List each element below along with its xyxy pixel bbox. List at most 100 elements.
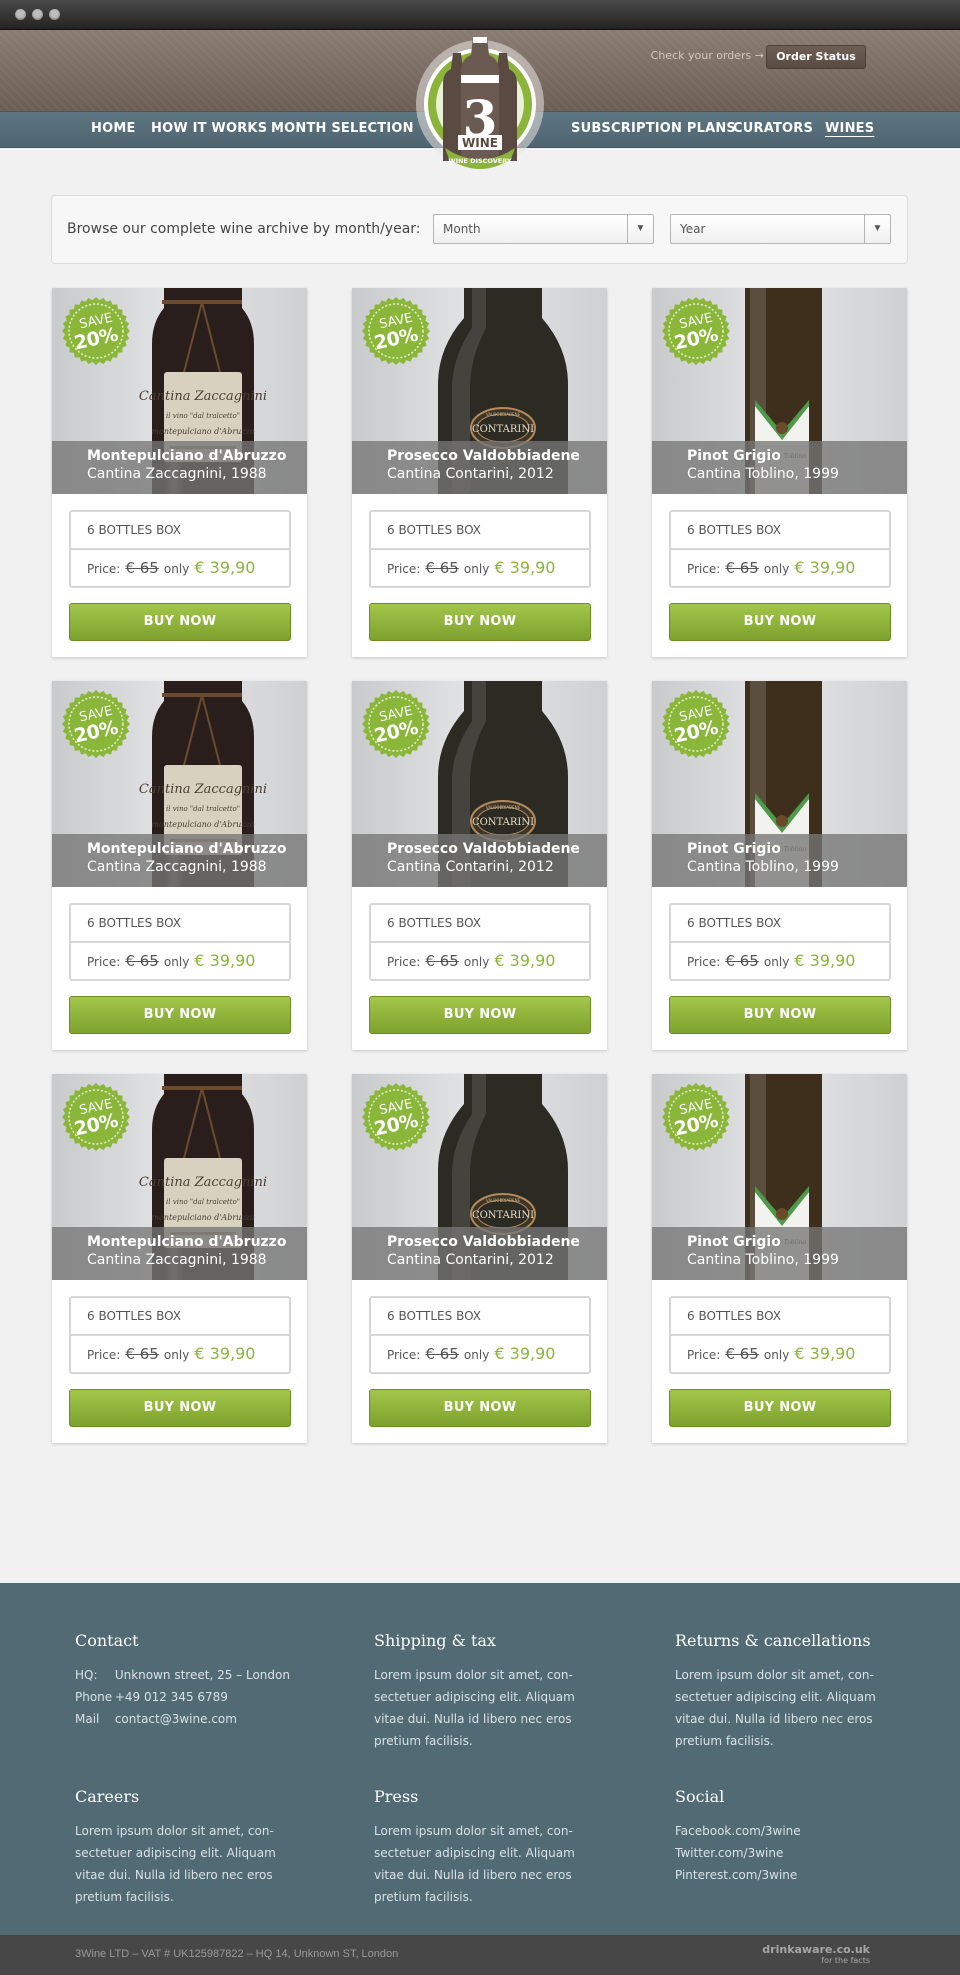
box-type: 6 BOTTLES BOX (387, 916, 481, 930)
product-name[interactable]: Prosecco Valdobbiadene (387, 448, 580, 464)
price-label: Price: (387, 562, 421, 576)
chevron-down-icon[interactable]: ▼ (627, 215, 653, 243)
new-price: € 39,90 (194, 1344, 256, 1363)
contact-hq: HQ: Unknown street, 25 – London (75, 1668, 290, 1682)
box-option[interactable]: 6 BOTTLES BOX Price: € 65 only € 39,90 (369, 1296, 591, 1374)
nav-home[interactable]: HOME (91, 112, 136, 146)
product-producer: Cantina Contarini, 2012 (387, 1252, 554, 1268)
nav-month-selection[interactable]: MONTH SELECTION (271, 112, 414, 146)
product-card: Cantina Toblino Pinot Grigio Cantina Tob… (652, 1074, 907, 1443)
year-select[interactable]: Year ▼ (670, 214, 891, 244)
footer-careers-title[interactable]: Careers (75, 1787, 305, 1806)
box-option[interactable]: 6 BOTTLES BOX Price: € 65 only € 39,90 (69, 1296, 291, 1374)
logo[interactable]: 3 WINE WINE DISCOVERY (413, 31, 547, 177)
drinkaware-logo[interactable]: drinkaware.co.uk for the facts (762, 1943, 870, 1965)
buy-now-button[interactable]: BUY NOW (369, 996, 591, 1034)
window-minimize-dot[interactable] (32, 9, 43, 20)
product-name[interactable]: Montepulciano d'Abruzzo (87, 1234, 286, 1250)
discount-badge: SAVE 20% (662, 297, 730, 365)
product-card: Cantina Toblino Pinot Grigio Cantina Tob… (652, 288, 907, 657)
nav-how-it-works[interactable]: HOW IT WORKS (151, 112, 267, 146)
discount-badge: SAVE 20% (62, 1083, 130, 1151)
new-price: € 39,90 (194, 951, 256, 970)
buy-now-button[interactable]: BUY NOW (369, 603, 591, 641)
footer-press-title[interactable]: Press (374, 1787, 604, 1806)
window-close-dot[interactable] (15, 9, 26, 20)
box-type: 6 BOTTLES BOX (87, 916, 181, 930)
product-name[interactable]: Montepulciano d'Abruzzo (87, 448, 286, 464)
product-name[interactable]: Prosecco Valdobbiadene (387, 1234, 580, 1250)
discount-badge: SAVE 20% (62, 690, 130, 758)
divider (371, 941, 589, 943)
social-link-facebook[interactable]: Facebook.com/3wine (675, 1820, 905, 1842)
old-price: € 65 (725, 559, 759, 577)
order-status-button[interactable]: Order Status (766, 45, 866, 69)
product-caption: Pinot Grigio Cantina Toblino, 1999 (652, 834, 907, 887)
buy-now-button[interactable]: BUY NOW (669, 603, 891, 641)
social-link-twitter[interactable]: Twitter.com/3wine (675, 1842, 905, 1864)
old-price: € 65 (125, 1345, 159, 1363)
svg-text:il vino "dal tralcetto": il vino "dal tralcetto" (166, 1198, 240, 1206)
product-name[interactable]: Prosecco Valdobbiadene (387, 841, 580, 857)
filter-label: Browse our complete wine archive by mont… (67, 221, 421, 237)
new-price: € 39,90 (794, 558, 856, 577)
divider (671, 941, 889, 943)
box-option[interactable]: 6 BOTTLES BOX Price: € 65 only € 39,90 (369, 510, 591, 588)
product-caption: Montepulciano d'Abruzzo Cantina Zaccagni… (52, 441, 307, 494)
bottom-bar: 3Wine LTD – VAT # UK125987822 – HQ 14, U… (0, 1935, 960, 1975)
product-caption: Pinot Grigio Cantina Toblino, 1999 (652, 1227, 907, 1280)
price-only: only (463, 955, 490, 969)
box-option[interactable]: 6 BOTTLES BOX Price: € 65 only € 39,90 (69, 903, 291, 981)
contact-mail: Mail contact@3wine.com (75, 1712, 237, 1726)
box-option[interactable]: 6 BOTTLES BOX Price: € 65 only € 39,90 (369, 903, 591, 981)
box-option[interactable]: 6 BOTTLES BOX Price: € 65 only € 39,90 (69, 510, 291, 588)
window-maximize-dot[interactable] (49, 9, 60, 20)
product-producer: Cantina Contarini, 2012 (387, 466, 554, 482)
footer-shipping-title[interactable]: Shipping & tax (374, 1631, 604, 1650)
product-producer: Cantina Toblino, 1999 (687, 466, 839, 482)
product-caption: Pinot Grigio Cantina Toblino, 1999 (652, 441, 907, 494)
buy-now-button[interactable]: BUY NOW (669, 996, 891, 1034)
svg-text:CONTARINI: CONTARINI (472, 817, 534, 828)
buy-now-button[interactable]: BUY NOW (69, 1389, 291, 1427)
price-label: Price: (87, 955, 121, 969)
nav-wines[interactable]: WINES (825, 112, 874, 146)
price-only: only (163, 1348, 190, 1362)
box-option[interactable]: 6 BOTTLES BOX Price: € 65 only € 39,90 (669, 510, 891, 588)
new-price: € 39,90 (494, 558, 556, 577)
product-name[interactable]: Pinot Grigio (687, 448, 781, 464)
footer-shipping-text: Lorem ipsum dolor sit amet, con- sectetu… (374, 1668, 575, 1748)
price-row: Price: € 65 only € 39,90 (387, 951, 555, 970)
svg-text:CONTARINI: CONTARINI (472, 1210, 534, 1221)
box-option[interactable]: 6 BOTTLES BOX Price: € 65 only € 39,90 (669, 1296, 891, 1374)
footer-contact: Contact HQ: Unknown street, 25 – London … (75, 1631, 305, 1730)
box-option[interactable]: 6 BOTTLES BOX Price: € 65 only € 39,90 (669, 903, 891, 981)
svg-text:il vino "dal tralcetto": il vino "dal tralcetto" (166, 412, 240, 420)
box-type: 6 BOTTLES BOX (387, 1309, 481, 1323)
product-name[interactable]: Montepulciano d'Abruzzo (87, 841, 286, 857)
product-caption: Montepulciano d'Abruzzo Cantina Zaccagni… (52, 834, 307, 887)
month-select[interactable]: Month ▼ (433, 214, 654, 244)
price-label: Price: (687, 562, 721, 576)
buy-now-button[interactable]: BUY NOW (69, 603, 291, 641)
box-type: 6 BOTTLES BOX (87, 1309, 181, 1323)
footer-returns-title[interactable]: Returns & cancellations (675, 1631, 905, 1650)
buy-now-button[interactable]: BUY NOW (369, 1389, 591, 1427)
product-name[interactable]: Pinot Grigio (687, 1234, 781, 1250)
social-link-pinterest[interactable]: Pinterest.com/3wine (675, 1864, 905, 1886)
buy-now-button[interactable]: BUY NOW (669, 1389, 891, 1427)
svg-text:VALDOBBIADENE: VALDOBBIADENE (486, 1198, 521, 1203)
nav-subscription-plans[interactable]: SUBSCRIPTION PLANS (571, 112, 736, 146)
old-price: € 65 (425, 1345, 459, 1363)
footer-shipping: Shipping & tax Lorem ipsum dolor sit ame… (374, 1631, 604, 1752)
buy-now-button[interactable]: BUY NOW (69, 996, 291, 1034)
product-producer: Cantina Contarini, 2012 (387, 859, 554, 875)
price-row: Price: € 65 only € 39,90 (387, 558, 555, 577)
product-name[interactable]: Pinot Grigio (687, 841, 781, 857)
chevron-down-icon[interactable]: ▼ (864, 215, 890, 243)
nav-curators[interactable]: CURATORS (733, 112, 813, 146)
new-price: € 39,90 (794, 951, 856, 970)
footer-returns: Returns & cancellations Lorem ipsum dolo… (675, 1631, 905, 1752)
price-only: only (163, 955, 190, 969)
price-label: Price: (687, 955, 721, 969)
